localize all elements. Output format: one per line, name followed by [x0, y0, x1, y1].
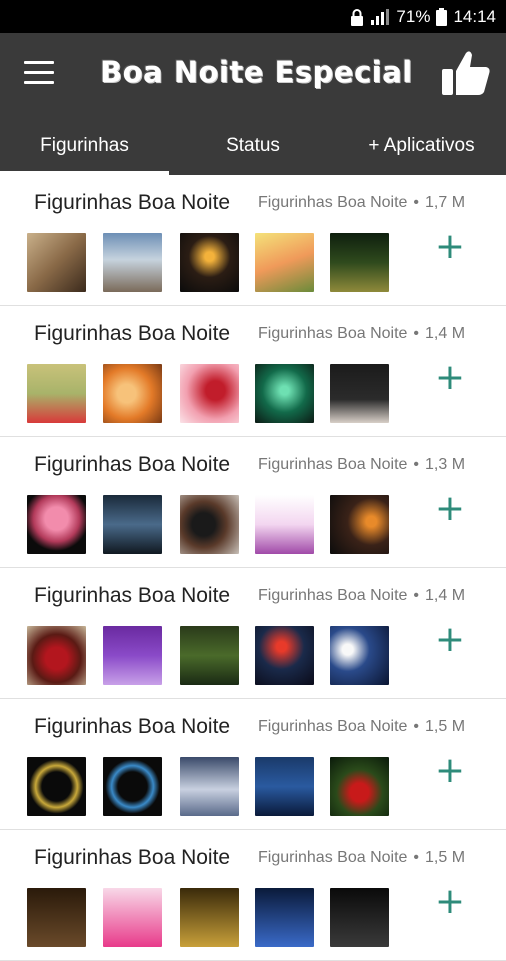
- sticker-thumbnail: [103, 495, 162, 554]
- sticker-pack-row[interactable]: Figurinhas Boa Noite Figurinhas Boa Noit…: [0, 175, 506, 306]
- sticker-thumbnail: [180, 233, 239, 292]
- battery-percent: 71%: [396, 7, 431, 26]
- pack-size: 1,4 M: [425, 325, 466, 342]
- pack-meta: Figurinhas Boa Noite • 1,5 M: [258, 849, 490, 867]
- pack-title: Figurinhas Boa Noite: [34, 322, 231, 345]
- app-title: Boa Noite Especial: [100, 55, 413, 89]
- pack-title: Figurinhas Boa Noite: [34, 846, 231, 869]
- battery-icon: [436, 8, 448, 26]
- add-pack-button[interactable]: +: [430, 620, 470, 660]
- pack-meta: Figurinhas Boa Noite • 1,7 M: [258, 194, 490, 212]
- pack-title: Figurinhas Boa Noite: [34, 191, 231, 214]
- pack-meta: Figurinhas Boa Noite • 1,4 M: [258, 587, 490, 605]
- sticker-thumbnail: [180, 757, 239, 816]
- sticker-thumbnail: [180, 888, 239, 947]
- sticker-thumbnail: [180, 364, 239, 423]
- sticker-pack-row[interactable]: Figurinhas Boa Noite Figurinhas Boa Noit…: [0, 437, 506, 568]
- add-pack-button[interactable]: +: [430, 882, 470, 922]
- pack-meta: Figurinhas Boa Noite • 1,4 M: [258, 325, 490, 343]
- sticker-thumbnail: [103, 626, 162, 685]
- add-pack-button[interactable]: +: [430, 358, 470, 398]
- sticker-thumbnail: [255, 495, 314, 554]
- pack-title: Figurinhas Boa Noite: [34, 453, 231, 476]
- pack-author: Figurinhas Boa Noite: [258, 194, 408, 211]
- sticker-thumbnail: [330, 888, 389, 947]
- pack-meta: Figurinhas Boa Noite • 1,5 M: [258, 718, 490, 736]
- tab-bar: Figurinhas Status + Aplicativos: [0, 116, 506, 175]
- thumbs-up-icon[interactable]: [440, 47, 492, 99]
- pack-title: Figurinhas Boa Noite: [34, 584, 231, 607]
- sticker-thumbnail: [180, 626, 239, 685]
- pack-size: 1,5 M: [425, 718, 466, 735]
- add-pack-button[interactable]: +: [430, 489, 470, 529]
- sticker-thumbnail: [103, 757, 162, 816]
- sticker-thumbnail: [255, 626, 314, 685]
- sticker-pack-row[interactable]: Figurinhas Boa Noite Figurinhas Boa Noit…: [0, 306, 506, 437]
- separator-dot: •: [413, 456, 420, 473]
- sticker-thumbnail: [180, 495, 239, 554]
- pack-author: Figurinhas Boa Noite: [258, 456, 408, 473]
- add-pack-button[interactable]: +: [430, 227, 470, 267]
- pack-size: 1,5 M: [425, 849, 466, 866]
- sticker-thumbnail: [27, 495, 86, 554]
- pack-author: Figurinhas Boa Noite: [258, 587, 408, 604]
- sticker-thumbnail: [27, 757, 86, 816]
- tab-aplicativos[interactable]: + Aplicativos: [337, 116, 506, 175]
- pack-author: Figurinhas Boa Noite: [258, 325, 408, 342]
- pack-size: 1,4 M: [425, 587, 466, 604]
- separator-dot: •: [413, 587, 420, 604]
- sticker-thumbnail: [255, 364, 314, 423]
- pack-size: 1,3 M: [425, 456, 466, 473]
- sticker-thumbnail: [255, 888, 314, 947]
- tab-status[interactable]: Status: [169, 116, 337, 175]
- sticker-pack-list: Figurinhas Boa Noite Figurinhas Boa Noit…: [0, 175, 506, 961]
- menu-icon[interactable]: [24, 61, 54, 85]
- separator-dot: •: [413, 849, 420, 866]
- sticker-thumbnail: [255, 757, 314, 816]
- sticker-pack-row[interactable]: Figurinhas Boa Noite Figurinhas Boa Noit…: [0, 699, 506, 830]
- status-bar: 71% 14:14: [0, 0, 506, 33]
- sticker-thumbnail: [103, 364, 162, 423]
- sticker-pack-row[interactable]: Figurinhas Boa Noite Figurinhas Boa Noit…: [0, 568, 506, 699]
- app-bar: Boa Noite Especial: [0, 33, 506, 116]
- pack-author: Figurinhas Boa Noite: [258, 718, 408, 735]
- sticker-thumbnail: [27, 364, 86, 423]
- sticker-pack-row[interactable]: Figurinhas Boa Noite Figurinhas Boa Noit…: [0, 830, 506, 961]
- pack-meta: Figurinhas Boa Noite • 1,3 M: [258, 456, 490, 474]
- sticker-thumbnail: [330, 626, 389, 685]
- sticker-thumbnail: [330, 757, 389, 816]
- sticker-thumbnail: [27, 233, 86, 292]
- sticker-thumbnail: [103, 888, 162, 947]
- sticker-thumbnail: [27, 888, 86, 947]
- sticker-thumbnail: [255, 233, 314, 292]
- lock-icon: [351, 8, 364, 26]
- pack-size: 1,7 M: [425, 194, 466, 211]
- separator-dot: •: [413, 194, 420, 211]
- status-indicators: 71% 14:14: [350, 5, 496, 29]
- signal-icon: [371, 9, 390, 25]
- add-pack-button[interactable]: +: [430, 751, 470, 791]
- sticker-thumbnail: [330, 364, 389, 423]
- pack-title: Figurinhas Boa Noite: [34, 715, 231, 738]
- sticker-thumbnail: [103, 233, 162, 292]
- sticker-thumbnail: [330, 233, 389, 292]
- clock: 14:14: [453, 7, 496, 26]
- tab-figurinhas[interactable]: Figurinhas: [0, 116, 169, 175]
- sticker-thumbnail: [27, 626, 86, 685]
- separator-dot: •: [413, 718, 420, 735]
- sticker-thumbnail: [330, 495, 389, 554]
- separator-dot: •: [413, 325, 420, 342]
- pack-author: Figurinhas Boa Noite: [258, 849, 408, 866]
